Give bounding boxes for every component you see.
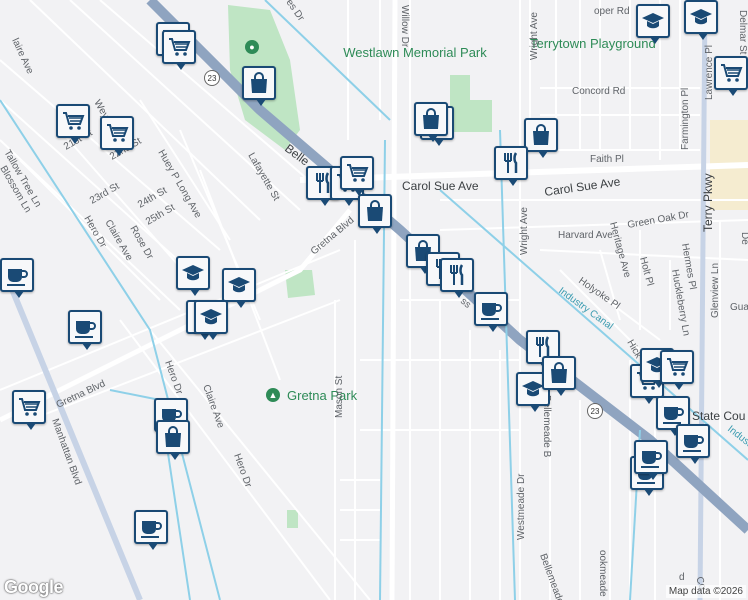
map-attribution[interactable]: Map data ©2026 xyxy=(665,585,746,598)
street-label: Delmar St xyxy=(737,10,748,55)
park-area xyxy=(450,75,492,132)
street-label: oper Rd xyxy=(594,6,630,17)
shopping-bag-icon[interactable] xyxy=(524,118,558,158)
place-label: State Cou xyxy=(692,409,745,423)
school-icon[interactable] xyxy=(636,4,670,44)
street-label: Gua xyxy=(730,302,748,313)
street-label: Glenview Ln xyxy=(710,263,721,318)
school-icon[interactable] xyxy=(176,256,210,296)
restaurant-icon[interactable] xyxy=(494,146,528,186)
street-label: Westmeade Dr xyxy=(516,473,527,540)
route-23-shield: 23 xyxy=(587,403,603,419)
shopping-cart-icon[interactable] xyxy=(56,104,90,144)
street-label: Carol Sue Ave xyxy=(402,179,479,193)
school-icon[interactable] xyxy=(222,268,256,308)
shopping-cart-icon[interactable] xyxy=(714,56,748,96)
cafe-icon[interactable] xyxy=(0,258,34,298)
street-label: Concord Rd xyxy=(572,86,625,97)
shopping-cart-icon[interactable] xyxy=(100,116,134,156)
park-label: Westlawn Memorial Park xyxy=(343,45,487,60)
street-label: Gretna Blvd xyxy=(309,215,357,257)
street-label: De xyxy=(739,232,748,245)
street-label: Terry Pkwy xyxy=(701,173,715,232)
shopping-bag-icon[interactable] xyxy=(542,356,576,396)
map-canvas[interactable]: Westlawn Memorial Park Terrytown Playgro… xyxy=(0,0,748,600)
park-label: Terrytown Playground xyxy=(530,36,656,51)
shopping-cart-icon[interactable] xyxy=(340,156,374,196)
street-label: Willow Dr xyxy=(399,5,410,48)
street-label: Wright Ave xyxy=(529,12,540,60)
street-label: Farmington Pl xyxy=(680,88,691,150)
street-label: Bellemeade Dr xyxy=(537,552,570,600)
route-23-shield: 23 xyxy=(204,70,220,86)
shopping-bag-icon[interactable] xyxy=(156,420,190,460)
park-marker-icon[interactable]: ▲ xyxy=(266,388,280,402)
shopping-cart-icon[interactable] xyxy=(12,390,46,430)
street-label: Wright Ave xyxy=(519,207,530,255)
street-label: Hero Dr xyxy=(231,452,254,489)
park-label: Gretna Park xyxy=(287,388,358,403)
google-logo: Google xyxy=(4,577,64,597)
street-label: Faith Pl xyxy=(590,154,624,165)
street-label: Carol Sue Ave xyxy=(543,174,621,199)
street-label: Harvard Ave xyxy=(558,230,613,241)
cafe-icon[interactable] xyxy=(68,310,102,350)
street-label: ookmeade Dr xyxy=(597,550,608,600)
street-label: Claire Ave xyxy=(200,383,226,430)
park-marker-icon[interactable]: ● xyxy=(245,40,259,54)
cafe-icon[interactable] xyxy=(134,510,168,550)
restaurant-icon[interactable] xyxy=(440,258,474,298)
street-label: Lafayette St xyxy=(245,151,281,203)
street-label: Mason St xyxy=(334,376,345,418)
street-label: d xyxy=(679,572,685,583)
park-area xyxy=(287,510,298,528)
school-icon[interactable] xyxy=(194,300,228,340)
shopping-bag-icon[interactable] xyxy=(414,102,448,142)
street-label: Green Oak Dr xyxy=(627,209,691,231)
shopping-cart-icon[interactable] xyxy=(162,30,196,70)
cafe-icon[interactable] xyxy=(676,424,710,464)
shopping-cart-icon[interactable] xyxy=(660,350,694,390)
shopping-bag-icon[interactable] xyxy=(358,194,392,234)
school-icon[interactable] xyxy=(684,0,718,40)
cafe-icon[interactable] xyxy=(634,440,668,480)
street-label: Gretna Blvd xyxy=(55,378,108,410)
shopping-bag-icon[interactable] xyxy=(242,66,276,106)
cafe-icon[interactable] xyxy=(474,292,508,332)
